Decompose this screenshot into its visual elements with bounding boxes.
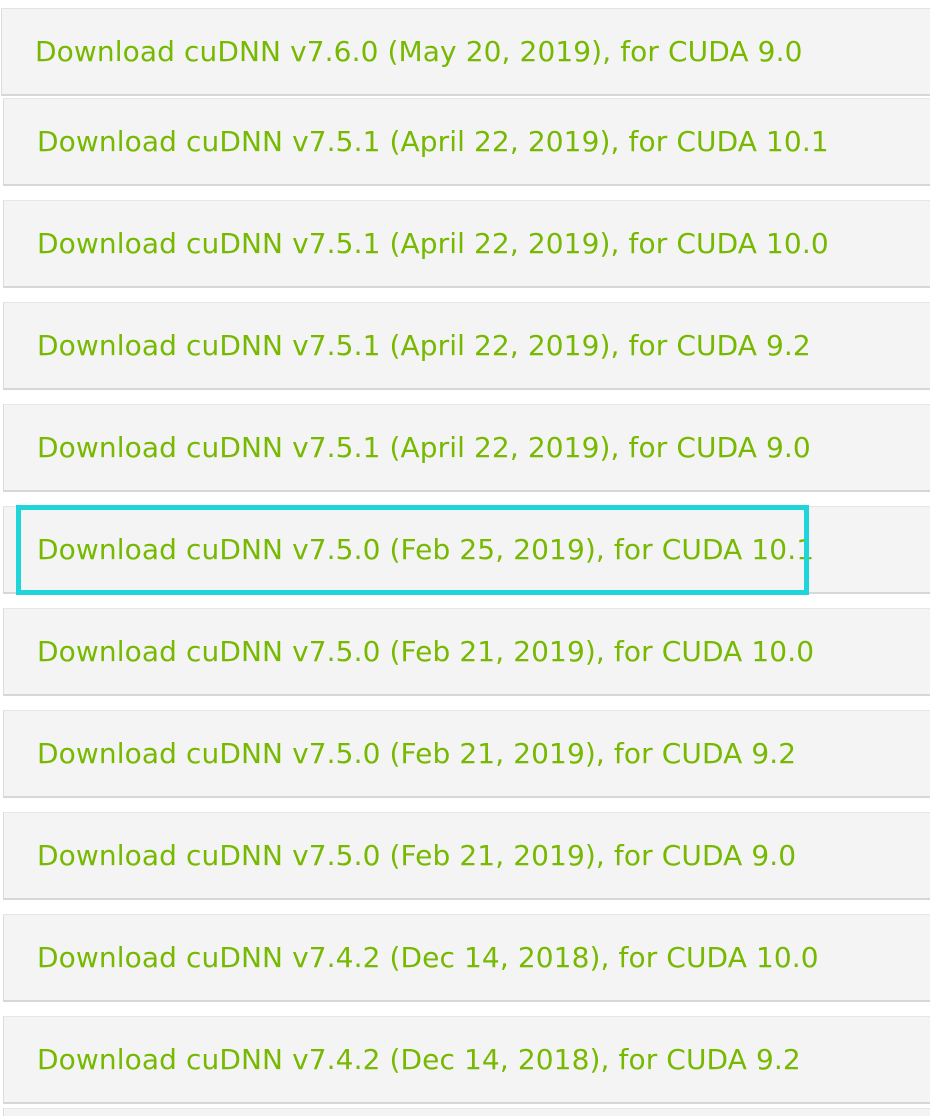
download-row[interactable]: Download cuDNN v7.5.1 (April 22, 2019), …: [3, 404, 930, 492]
next-row-edge: [3, 1108, 930, 1116]
download-link-cudnn-7-5-1-cuda-9-0[interactable]: Download cuDNN v7.5.1 (April 22, 2019), …: [37, 405, 811, 491]
download-row[interactable]: Download cuDNN v7.5.0 (Feb 21, 2019), fo…: [3, 812, 930, 900]
download-row[interactable]: Download cuDNN v7.4.2 (Dec 14, 2018), fo…: [3, 914, 930, 1002]
download-row[interactable]: Download cuDNN v7.4.2 (Dec 14, 2018), fo…: [3, 1016, 930, 1104]
download-row[interactable]: Download cuDNN v7.6.0 (May 20, 2019), fo…: [1, 8, 930, 96]
download-link-cudnn-7-5-0-cuda-9-2[interactable]: Download cuDNN v7.5.0 (Feb 21, 2019), fo…: [37, 711, 796, 797]
download-link-cudnn-7-6-0-cuda-9-0[interactable]: Download cuDNN v7.6.0 (May 20, 2019), fo…: [35, 9, 803, 95]
download-link-cudnn-7-5-1-cuda-9-2[interactable]: Download cuDNN v7.5.1 (April 22, 2019), …: [37, 303, 811, 389]
download-link-cudnn-7-5-0-cuda-10-1[interactable]: Download cuDNN v7.5.0 (Feb 25, 2019), fo…: [37, 507, 814, 593]
download-row[interactable]: Download cuDNN v7.5.0 (Feb 21, 2019), fo…: [3, 710, 930, 798]
download-row-highlighted[interactable]: Download cuDNN v7.5.0 (Feb 25, 2019), fo…: [3, 506, 930, 594]
download-link-cudnn-7-4-2-cuda-9-2[interactable]: Download cuDNN v7.4.2 (Dec 14, 2018), fo…: [37, 1017, 801, 1103]
download-row[interactable]: Download cuDNN v7.5.1 (April 22, 2019), …: [3, 200, 930, 288]
download-link-cudnn-7-5-1-cuda-10-1[interactable]: Download cuDNN v7.5.1 (April 22, 2019), …: [37, 99, 829, 185]
download-row[interactable]: Download cuDNN v7.5.0 (Feb 21, 2019), fo…: [3, 608, 930, 696]
download-row[interactable]: Download cuDNN v7.5.1 (April 22, 2019), …: [3, 302, 930, 390]
cudnn-download-list: Download cuDNN v7.6.0 (May 20, 2019), fo…: [0, 0, 930, 1116]
download-link-cudnn-7-5-0-cuda-10-0[interactable]: Download cuDNN v7.5.0 (Feb 21, 2019), fo…: [37, 609, 814, 695]
download-row[interactable]: Download cuDNN v7.5.1 (April 22, 2019), …: [3, 98, 930, 186]
download-link-cudnn-7-4-2-cuda-10-0[interactable]: Download cuDNN v7.4.2 (Dec 14, 2018), fo…: [37, 915, 819, 1001]
download-link-cudnn-7-5-1-cuda-10-0[interactable]: Download cuDNN v7.5.1 (April 22, 2019), …: [37, 201, 829, 287]
download-link-cudnn-7-5-0-cuda-9-0[interactable]: Download cuDNN v7.5.0 (Feb 21, 2019), fo…: [37, 813, 796, 899]
